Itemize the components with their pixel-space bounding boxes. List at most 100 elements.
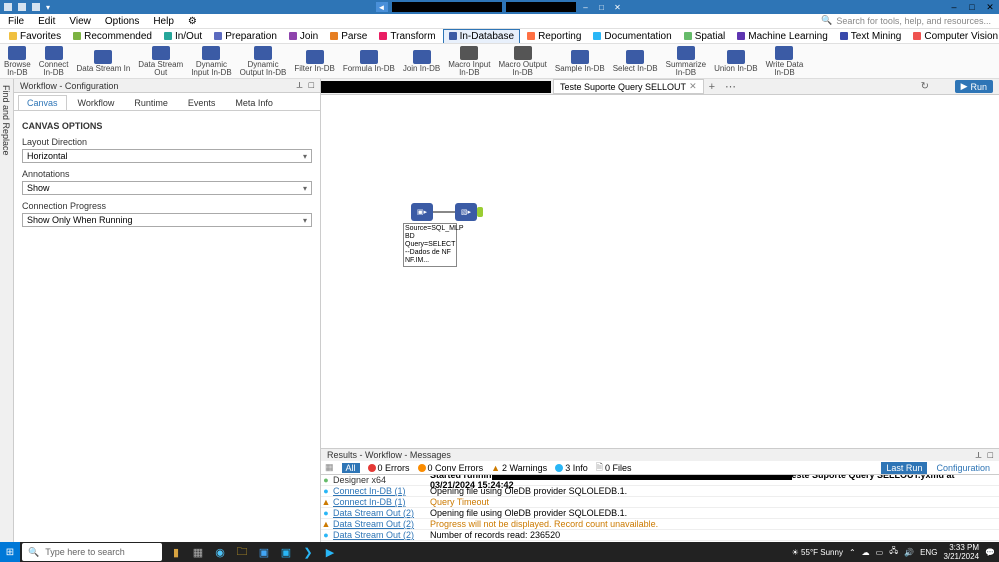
category-machine-learning[interactable]: Machine Learning bbox=[732, 30, 833, 43]
taskbar-app[interactable]: ▮ bbox=[166, 543, 186, 561]
category-computer-vision[interactable]: Computer Vision bbox=[908, 30, 999, 43]
category-text-mining[interactable]: Text Mining bbox=[835, 30, 907, 43]
notification-icon[interactable]: 💬 bbox=[985, 548, 995, 557]
qa-icon[interactable] bbox=[18, 3, 26, 11]
row-source[interactable]: Data Stream Out (2) bbox=[331, 519, 426, 529]
category-in-out[interactable]: In/Out bbox=[159, 30, 207, 43]
lang-indicator[interactable]: ENG bbox=[920, 548, 937, 557]
chev-down[interactable]: ▾ bbox=[46, 3, 50, 12]
tool-data-stream-out[interactable]: Data StreamOut bbox=[138, 46, 183, 77]
systray-icon[interactable]: ▭ bbox=[876, 548, 884, 557]
tool-browse-in-db[interactable]: BrowseIn-DB bbox=[4, 46, 31, 77]
filter-files[interactable]: 🗎0 Files bbox=[596, 460, 632, 476]
filter-conv-errors[interactable]: 0 Conv Errors bbox=[418, 463, 484, 473]
start-button[interactable]: ⊞ bbox=[0, 542, 20, 562]
tool-dynamic-output-in-db[interactable]: DynamicOutput In-DB bbox=[240, 46, 287, 77]
annotations-select[interactable]: Show ▾ bbox=[22, 181, 312, 195]
category-preparation[interactable]: Preparation bbox=[209, 30, 282, 43]
taskbar-app[interactable]: ▣ bbox=[254, 543, 274, 561]
grid-icon[interactable]: ▦ bbox=[325, 462, 334, 473]
results-config-button[interactable]: Configuration bbox=[931, 462, 995, 474]
workflow-tab[interactable]: Teste Suporte Query SELLOUT ✕ bbox=[553, 79, 704, 94]
taskbar-app[interactable]: ▣ bbox=[276, 543, 296, 561]
row-source[interactable]: Data Stream Out (2) bbox=[331, 530, 426, 540]
window-maximize[interactable]: □ bbox=[963, 0, 981, 14]
tool-macro-input-in-db[interactable]: Macro InputIn-DB bbox=[448, 46, 490, 77]
tool-sample-in-db[interactable]: Sample In-DB bbox=[555, 50, 605, 73]
tool-union-in-db[interactable]: Union In-DB bbox=[714, 50, 758, 73]
menu-file[interactable]: File bbox=[8, 16, 24, 27]
menu-options[interactable]: Options bbox=[105, 16, 139, 27]
taskbar-app[interactable]: ❯ bbox=[298, 543, 318, 561]
category-reporting[interactable]: Reporting bbox=[522, 30, 586, 43]
window-close[interactable]: ✕ bbox=[981, 0, 999, 14]
tab-canvas[interactable]: Canvas bbox=[18, 95, 67, 110]
close-icon[interactable]: ✕ bbox=[689, 81, 697, 92]
filter-warnings[interactable]: ▲2 Warnings bbox=[491, 463, 547, 473]
datastream-out-node[interactable]: ▧▸ bbox=[455, 203, 477, 221]
last-run-button[interactable]: Last Run bbox=[881, 462, 927, 474]
ctrl-close[interactable]: ✕ bbox=[612, 2, 624, 12]
category-parse[interactable]: Parse bbox=[325, 30, 372, 43]
category-in-database[interactable]: In-Database bbox=[443, 29, 520, 44]
ctrl-min[interactable]: – bbox=[580, 2, 592, 12]
category-recommended[interactable]: Recommended bbox=[68, 30, 157, 43]
row-source[interactable]: Data Stream Out (2) bbox=[331, 508, 426, 518]
output-anchor[interactable] bbox=[477, 207, 483, 217]
workflow-canvas[interactable]: ▣▸ ▧▸ Source=SQL_MLP BD Query=SELECT --D… bbox=[321, 95, 999, 448]
layout-direction-select[interactable]: Horizontal ▾ bbox=[22, 149, 312, 163]
qa-icon[interactable] bbox=[32, 3, 40, 11]
find-replace-tab[interactable]: Find and Replace bbox=[0, 79, 14, 548]
filter-all[interactable]: All bbox=[342, 463, 360, 473]
clock[interactable]: 3:33 PM 3/21/2024 bbox=[943, 543, 979, 561]
run-button[interactable]: ▶ Run bbox=[955, 80, 993, 93]
tool-dynamic-input-in-db[interactable]: DynamicInput In-DB bbox=[191, 46, 231, 77]
systray-icon[interactable]: ☁ bbox=[862, 548, 870, 557]
window-minimize[interactable]: – bbox=[945, 0, 963, 14]
nav-back-button[interactable]: ◄ bbox=[376, 2, 388, 12]
category-join[interactable]: Join bbox=[284, 30, 323, 43]
systray-icon[interactable]: 🔊 bbox=[904, 548, 914, 557]
connect-indb-node[interactable]: ▣▸ bbox=[411, 203, 433, 221]
menu-help[interactable]: Help bbox=[153, 16, 174, 27]
refresh-icon[interactable]: ↻ bbox=[921, 81, 929, 92]
category-transform[interactable]: Transform bbox=[374, 30, 440, 43]
filter-errors[interactable]: 0 Errors bbox=[368, 463, 410, 473]
filter-info[interactable]: 3 Info bbox=[555, 463, 588, 473]
category-documentation[interactable]: Documentation bbox=[588, 30, 676, 43]
taskbar-app[interactable]: ▦ bbox=[188, 543, 208, 561]
new-tab-button[interactable]: + bbox=[704, 81, 720, 93]
dock-icon[interactable]: ⟂ bbox=[976, 450, 982, 461]
tool-connect-in-db[interactable]: ConnectIn-DB bbox=[39, 46, 69, 77]
tab-workflow[interactable]: Workflow bbox=[69, 95, 124, 110]
tool-select-in-db[interactable]: Select In-DB bbox=[613, 50, 658, 73]
tool-filter-in-db[interactable]: Filter In-DB bbox=[294, 50, 334, 73]
tool-write-data-in-db[interactable]: Write DataIn-DB bbox=[766, 46, 804, 77]
pin-icon[interactable]: ⟂ bbox=[297, 80, 303, 91]
tab-events[interactable]: Events bbox=[179, 95, 225, 110]
taskbar-search[interactable]: 🔍 Type here to search bbox=[22, 543, 162, 561]
systray-icon[interactable]: 🖧 bbox=[889, 545, 898, 559]
tab-overflow-button[interactable]: ⋯ bbox=[720, 80, 741, 93]
tool-join-in-db[interactable]: Join In-DB bbox=[403, 50, 440, 73]
row-source[interactable]: Connect In-DB (1) bbox=[331, 486, 426, 496]
undock-icon[interactable]: □ bbox=[988, 450, 993, 461]
tab-runtime[interactable]: Runtime bbox=[125, 95, 177, 110]
systray-chevron[interactable]: ⌃ bbox=[849, 548, 856, 557]
category-spatial[interactable]: Spatial bbox=[679, 30, 731, 43]
gear-icon[interactable]: ⚙ bbox=[188, 16, 197, 27]
category-favorites[interactable]: Favorites bbox=[4, 30, 66, 43]
menu-edit[interactable]: Edit bbox=[38, 16, 55, 27]
taskbar-app[interactable]: ▶ bbox=[320, 543, 340, 561]
tool-data-stream-in[interactable]: Data Stream In bbox=[76, 50, 130, 73]
tool-formula-in-db[interactable]: Formula In-DB bbox=[343, 50, 395, 73]
tool-summarize-in-db[interactable]: SummarizeIn-DB bbox=[666, 46, 706, 77]
menu-view[interactable]: View bbox=[69, 16, 91, 27]
taskbar-app[interactable]: 🗀 bbox=[232, 543, 252, 561]
weather-widget[interactable]: ☀ 55°F Sunny bbox=[792, 548, 843, 557]
tool-macro-output-in-db[interactable]: Macro OutputIn-DB bbox=[498, 46, 546, 77]
row-source[interactable]: Connect In-DB (1) bbox=[331, 497, 426, 507]
ctrl-max[interactable]: □ bbox=[596, 2, 608, 12]
search-input[interactable]: 🔍 Search for tools, help, and resources.… bbox=[821, 15, 991, 26]
tab-metainfo[interactable]: Meta Info bbox=[226, 95, 282, 110]
